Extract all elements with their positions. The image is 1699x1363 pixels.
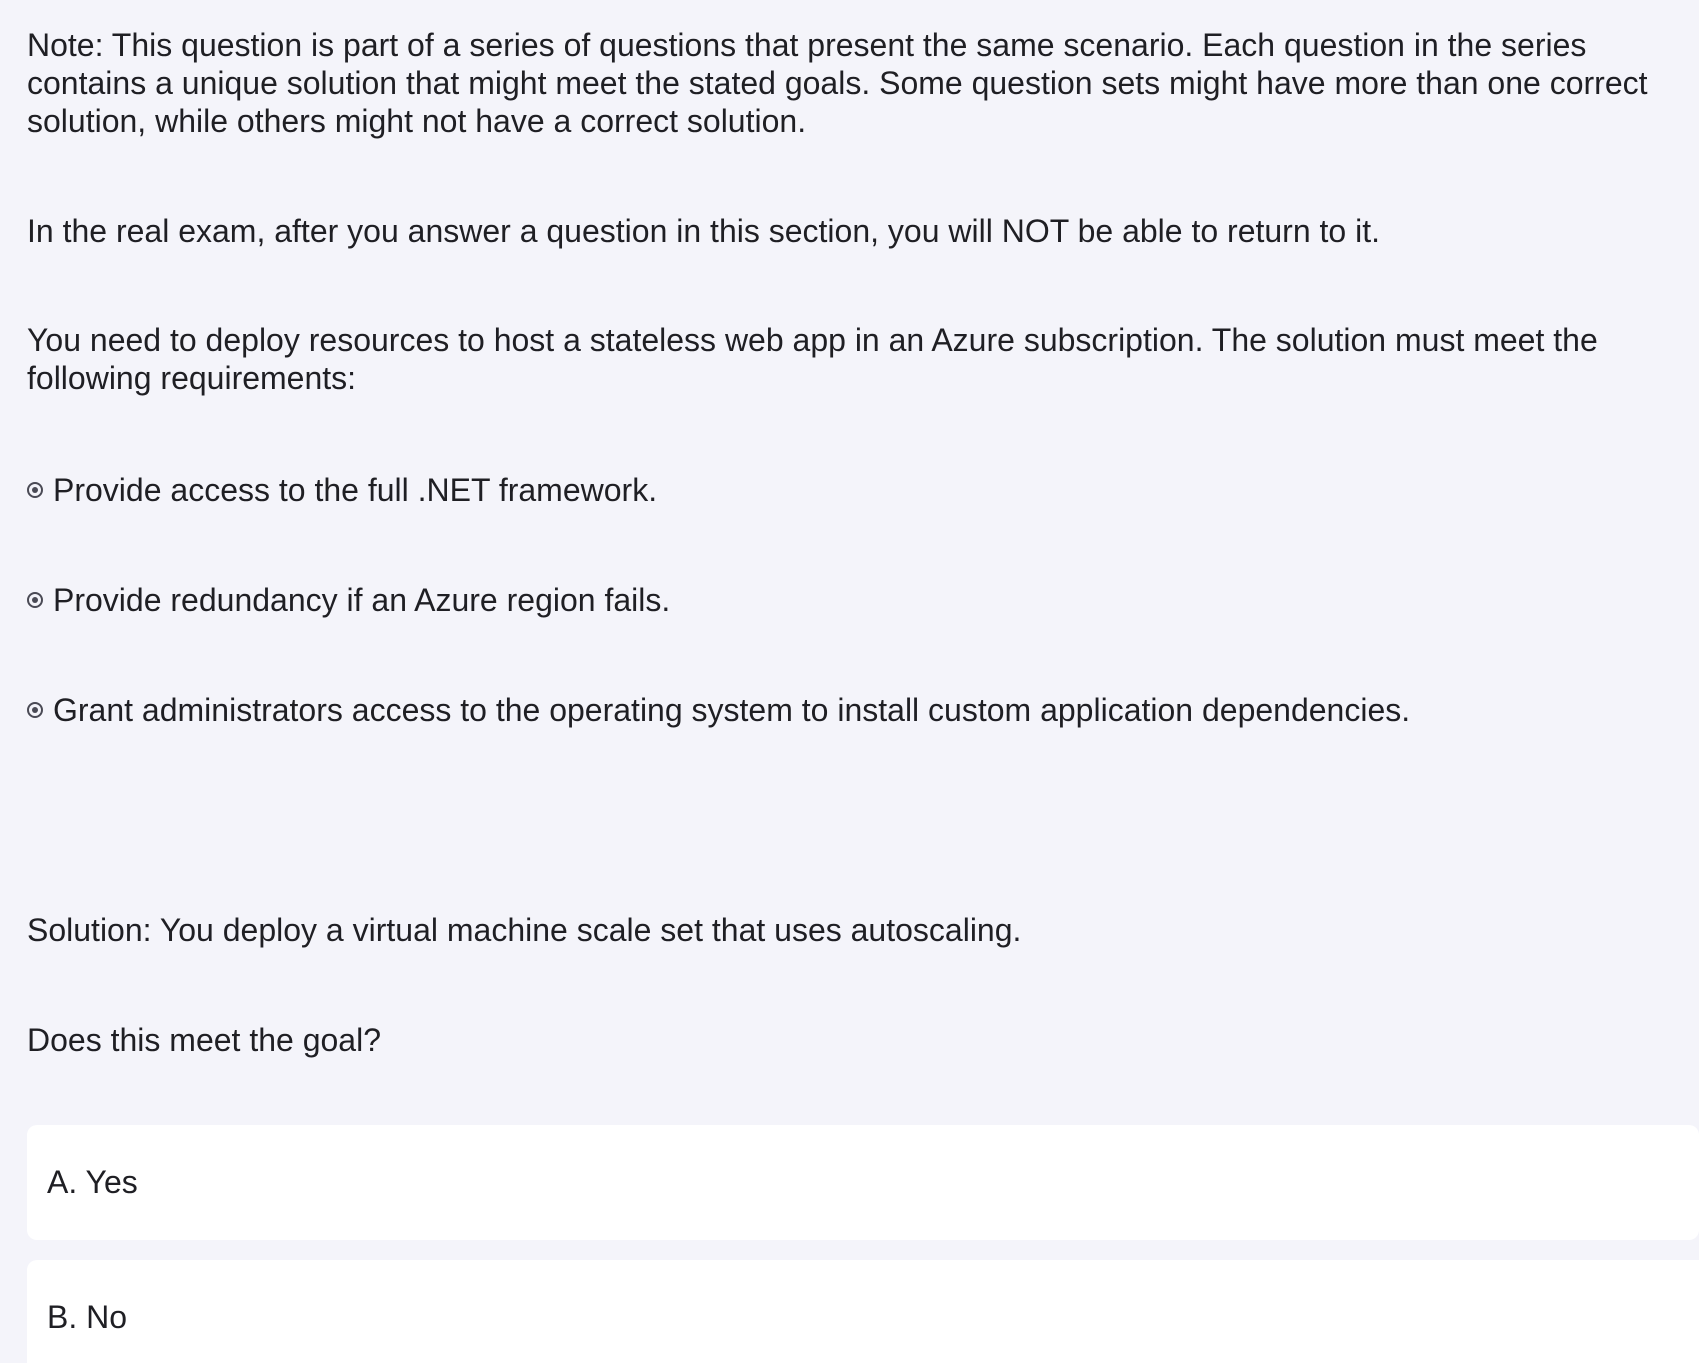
note-text: Note: This question is part of a series … [27,27,1648,139]
scenario-text: You need to deploy resources to host a s… [27,322,1598,396]
question-prompt: Does this meet the goal? [27,1022,381,1058]
bullet-icon [27,702,43,718]
requirement-item: Provide access to the full .NET framewor… [27,471,657,509]
requirement-text: Provide access to the full .NET framewor… [53,472,658,508]
answer-option-b[interactable]: B. No [27,1260,1699,1363]
answer-option-a[interactable]: A. Yes [27,1125,1699,1240]
requirement-text: Provide redundancy if an Azure region fa… [53,582,671,618]
answer-option-label: B. No [47,1299,128,1335]
question-page: Note: This question is part of a series … [27,0,1699,1363]
bullet-icon [27,592,43,608]
answer-option-label: A. Yes [47,1164,138,1200]
bullet-icon [27,482,43,498]
requirement-item: Grant administrators access to the opera… [27,691,1410,729]
requirement-item: Provide redundancy if an Azure region fa… [27,581,670,619]
exam-notice-text: In the real exam, after you answer a que… [27,213,1380,249]
requirement-text: Grant administrators access to the opera… [53,692,1411,728]
solution-text: Solution: You deploy a virtual machine s… [27,912,1022,948]
